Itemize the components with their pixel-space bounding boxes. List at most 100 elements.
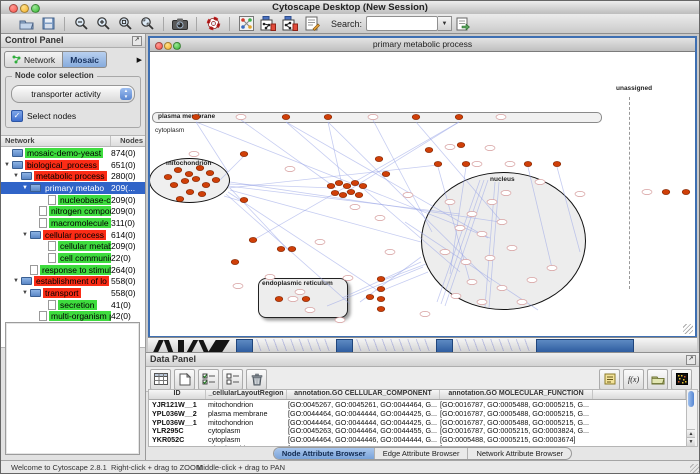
tab-network[interactable]: Network <box>4 51 63 68</box>
file-icon <box>30 265 38 275</box>
background-window-titlebar[interactable] <box>436 339 453 353</box>
tree-item[interactable]: multi-organism pro42(0) <box>1 311 145 323</box>
tab-node-attribute-browser[interactable]: Node Attribute Browser <box>274 448 375 459</box>
tree-item-label: cellular metabol <box>58 241 111 251</box>
table-row[interactable]: YJR121W__1mitochondrion[GO:0045267, GO:0… <box>149 400 686 409</box>
table-row[interactable]: YPL036W__2plasma membrane[GO:0044464, GO… <box>149 409 686 418</box>
column-header[interactable]: annotation.GO CELLULAR_COMPONENT <box>287 390 440 399</box>
control-panel: Control Panel ↗ Network Mosaic ▶ Node co… <box>1 34 146 461</box>
tree-expand-arrow[interactable]: ▼ <box>22 232 30 238</box>
tree-item[interactable]: ▼transport558(0) <box>1 287 145 299</box>
float-panel-icon[interactable]: ↗ <box>132 36 142 46</box>
layout-b-button[interactable] <box>280 15 300 32</box>
tree-item[interactable]: ▼establishment of lo558(0) <box>1 276 145 288</box>
tree-header-network[interactable]: Network <box>1 136 111 146</box>
zoom-fit-button[interactable] <box>137 15 157 32</box>
tree-item[interactable]: nitrogen compou209(0) <box>1 205 145 217</box>
tree-expand-arrow[interactable]: ▼ <box>4 162 12 168</box>
node-color-dropdown[interactable]: transporter activity ▲▼ <box>11 85 135 103</box>
background-window-titlebar[interactable] <box>336 339 353 353</box>
select-nodes-row[interactable]: ✓ Select nodes <box>11 110 135 122</box>
table-row[interactable]: YKR052Ccytoplasm[GO:0044464, GO:0044446,… <box>149 435 686 444</box>
tree-item[interactable]: macromolecule311(0) <box>1 217 145 229</box>
background-window-titlebar[interactable] <box>536 339 634 353</box>
tab-edge-attribute-browser[interactable]: Edge Attribute Browser <box>375 448 469 459</box>
network-manager-button[interactable] <box>236 15 256 32</box>
snapshot-button[interactable] <box>170 15 190 32</box>
canvas-resize-grip[interactable] <box>683 324 693 334</box>
column-header[interactable]: ID <box>149 390 206 399</box>
network-canvas[interactable]: plasma membrane cytoplasm mitochondrion … <box>150 52 695 336</box>
tree-item[interactable]: ▼metabolic process280(0) <box>1 170 145 182</box>
tree-expand-arrow[interactable]: ▼ <box>13 278 21 284</box>
unselect-attributes-button[interactable] <box>222 369 243 390</box>
tree-expand-arrow[interactable]: ▼ <box>22 290 30 296</box>
table-cell: [GO:0044464, GO:0044444, GO:0044425, G..… <box>285 409 437 418</box>
create-attribute-button[interactable] <box>174 369 195 390</box>
window-resize-grip[interactable] <box>690 464 699 473</box>
tree-item[interactable]: nucleobase-cont209(0) <box>1 194 145 206</box>
attribute-matrix-button[interactable] <box>671 369 692 390</box>
tree-item[interactable]: ▼biological_process651(0) <box>1 159 145 171</box>
select-nodes-label: Select nodes <box>27 111 76 121</box>
zoom-selected-button[interactable] <box>115 15 135 32</box>
background-window-thumbnail <box>453 339 531 351</box>
table-cell: YKR052C <box>149 435 205 444</box>
unassigned-label: unassigned <box>616 85 652 92</box>
select-nodes-checkbox[interactable]: ✓ <box>11 110 23 122</box>
network-view-titlebar[interactable]: primary metabolic process <box>150 38 695 52</box>
column-header[interactable]: annotation.GO MOLECULAR_FUNCTION <box>440 390 593 399</box>
control-panel-tabs: Network Mosaic ▶ <box>4 51 142 68</box>
float-panel-icon[interactable]: ↗ <box>686 355 696 365</box>
file-icon <box>48 300 56 310</box>
table-vertical-scrollbar[interactable]: ▲ ▼ <box>686 389 698 447</box>
select-attributes-button[interactable] <box>198 369 219 390</box>
help-button[interactable] <box>203 15 223 32</box>
tree-item-node-count: 22(0) <box>111 253 145 263</box>
search-input[interactable] <box>366 16 438 31</box>
search-go-button[interactable] <box>453 15 473 32</box>
tree-expand-arrow[interactable]: ▼ <box>13 173 21 179</box>
window-titlebar[interactable]: Cytoscape Desktop (New Session) <box>1 1 699 15</box>
birds-eye-view[interactable] <box>5 322 140 455</box>
table-cell: mitochondrion <box>205 400 285 409</box>
import-attributes-button[interactable] <box>647 369 668 390</box>
function-builder-button[interactable]: f(x) <box>623 369 644 390</box>
tab-mosaic[interactable]: Mosaic <box>63 51 107 68</box>
tab-network-attribute-browser[interactable]: Network Attribute Browser <box>468 448 571 459</box>
tree-item[interactable]: ▼primary metabo209(... <box>1 182 145 194</box>
tree-item[interactable]: secretion41(0) <box>1 299 145 311</box>
attribute-select-button[interactable] <box>150 369 171 390</box>
open-session-button[interactable] <box>16 15 36 32</box>
delete-attribute-button[interactable] <box>246 369 267 390</box>
tree-expand-arrow[interactable]: ▼ <box>22 185 30 191</box>
table-row[interactable]: YLR295Ccytoplasm[GO:0045263, GO:0044464,… <box>149 426 686 435</box>
tree-item[interactable]: mosaic-demo-yeast874(0) <box>1 147 145 159</box>
network-view-window[interactable]: primary metabolic process plasma membran… <box>148 36 697 337</box>
save-session-button[interactable] <box>38 15 58 32</box>
background-window-titlebar[interactable] <box>236 339 253 353</box>
annotation-button[interactable] <box>302 15 322 32</box>
tree-item-node-count: 209(0) <box>111 206 145 216</box>
data-panel-header: Data Panel ↗ <box>146 353 699 367</box>
scroll-down-arrow[interactable]: ▼ <box>687 437 695 446</box>
column-header[interactable]: _cellularLayoutRegion <box>206 390 287 399</box>
tree-header-nodes[interactable]: Nodes <box>111 136 145 146</box>
clipped-label-glyph <box>153 340 164 352</box>
zoom-out-button[interactable] <box>71 15 91 32</box>
attribute-table-header[interactable]: ID _cellularLayoutRegion annotation.GO C… <box>149 390 686 400</box>
table-row[interactable]: YPL036W__1mitochondrion[GO:0044464, GO:0… <box>149 418 686 427</box>
tab-overflow-arrow[interactable]: ▶ <box>137 56 142 64</box>
tree-item[interactable]: response to stimulu264(0) <box>1 264 145 276</box>
search-dropdown-button[interactable]: ▼ <box>438 16 452 31</box>
scrollbar-thumb[interactable] <box>688 391 694 407</box>
table-cell: YPL036W__1 <box>149 418 205 427</box>
tree-item-label: establishment of lo <box>34 276 109 286</box>
attribute-notes-button[interactable] <box>599 369 620 390</box>
tree-item[interactable]: cell communicat22(0) <box>1 252 145 264</box>
tree-item[interactable]: ▼cellular process614(0) <box>1 229 145 241</box>
layout-a-button[interactable] <box>258 15 278 32</box>
zoom-in-button[interactable] <box>93 15 113 32</box>
tree-item[interactable]: cellular metabol209(0) <box>1 241 145 253</box>
trash-icon <box>251 373 263 386</box>
